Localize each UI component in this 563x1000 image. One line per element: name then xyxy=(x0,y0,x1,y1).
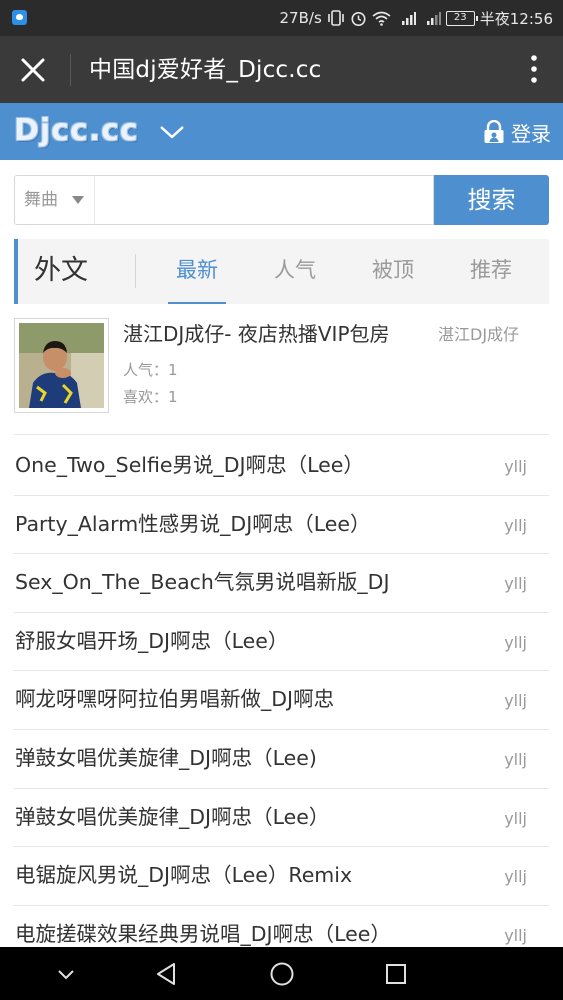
song-title[interactable]: 弹鼓女唱优美旋律_DJ啊忠（Lee） xyxy=(15,802,485,832)
category-tabs: 外文 最新 人气 被顶 推荐 xyxy=(14,239,549,304)
category-value: 舞曲 xyxy=(24,190,58,210)
tab-latest[interactable]: 最新 xyxy=(168,255,226,304)
tab-most-upvoted[interactable]: 被顶 xyxy=(364,255,422,304)
search-bar: 舞曲 搜索 xyxy=(14,175,549,225)
featured-likes: 喜欢：1 xyxy=(123,388,178,406)
song-author[interactable]: yllj xyxy=(504,807,527,831)
section-title: 外文 xyxy=(34,255,88,286)
song-author[interactable]: yllj xyxy=(504,689,527,713)
list-item[interactable]: 啊龙呀嘿呀阿拉伯男唱新做_DJ啊忠 yllj xyxy=(14,671,549,730)
signal-2g-icon xyxy=(426,12,441,25)
song-author[interactable]: yllj xyxy=(504,572,527,596)
song-author[interactable]: yllj xyxy=(504,924,527,948)
toolbar-divider xyxy=(70,54,71,86)
site-logo[interactable]: Djcc.cc xyxy=(14,113,139,149)
system-nav-bar xyxy=(0,947,563,1000)
alarm-icon xyxy=(351,11,366,26)
caret-down-icon xyxy=(72,196,84,204)
back-triangle-icon xyxy=(157,963,175,985)
featured-photo xyxy=(19,323,104,408)
category-select[interactable]: 舞曲 xyxy=(14,175,94,225)
hide-nav-button[interactable] xyxy=(52,960,80,988)
close-icon xyxy=(21,58,45,82)
chevron-down-icon xyxy=(160,126,184,139)
notification-app-icon xyxy=(12,10,27,25)
status-bar: 27B/s 23 半夜12:56 xyxy=(0,0,563,36)
tab-popular[interactable]: 人气 xyxy=(266,255,324,304)
home-circle-icon xyxy=(270,962,294,986)
recents-button[interactable] xyxy=(382,960,410,988)
list-item[interactable]: Sex_On_The_Beach气氛男说唱新版_DJ yllj xyxy=(14,554,549,613)
song-title[interactable]: 啊龙呀嘿呀阿拉伯男唱新做_DJ啊忠 xyxy=(15,684,485,714)
login-label: 登录 xyxy=(511,121,551,146)
song-list: One_Two_Selfie男说_DJ啊忠（Lee） yllj Party_Al… xyxy=(14,437,549,965)
list-item[interactable]: One_Two_Selfie男说_DJ啊忠（Lee） yllj xyxy=(14,437,549,496)
status-indicators: 27B/s 23 半夜12:56 xyxy=(280,8,553,28)
home-button[interactable] xyxy=(268,960,296,988)
clock: 半夜12:56 xyxy=(479,9,553,28)
vibrate-icon xyxy=(327,10,344,26)
song-author[interactable]: yllj xyxy=(504,865,527,889)
hide-nav-chevron-icon xyxy=(58,970,74,980)
featured-item[interactable]: 湛江DJ成仔- 夜店热播VIP包房 湛江DJ成仔 人气：1 喜欢：1 xyxy=(14,317,549,435)
list-item[interactable]: 舒服女唱开场_DJ啊忠（Lee） yllj xyxy=(14,613,549,672)
song-title[interactable]: One_Two_Selfie男说_DJ啊忠（Lee） xyxy=(15,450,485,480)
lock-user-icon xyxy=(484,120,504,143)
song-title[interactable]: 电锯旋风男说_DJ啊忠（Lee）Remix xyxy=(15,860,485,890)
list-item[interactable]: Party_Alarm性感男说_DJ啊忠（Lee） yllj xyxy=(14,496,549,555)
song-title[interactable]: Party_Alarm性感男说_DJ啊忠（Lee） xyxy=(15,509,485,539)
list-item[interactable]: 弹鼓女唱优美旋律_DJ啊忠（Lee） yllj xyxy=(14,789,549,848)
song-author[interactable]: yllj xyxy=(504,748,527,772)
list-item[interactable]: 弹鼓女唱优美旋律_DJ啊忠（Lee) yllj xyxy=(14,730,549,789)
tab-recommended[interactable]: 推荐 xyxy=(462,255,520,304)
close-button[interactable] xyxy=(16,53,50,87)
network-speed: 27B/s xyxy=(279,9,322,27)
search-input[interactable] xyxy=(94,175,434,225)
wifi-icon xyxy=(372,11,391,26)
search-button[interactable]: 搜索 xyxy=(434,175,549,225)
recents-square-icon xyxy=(386,964,406,984)
featured-popularity: 人气：1 xyxy=(123,361,178,379)
site-header: Djcc.cc 登录 xyxy=(0,103,563,160)
featured-title[interactable]: 湛江DJ成仔- 夜店热播VIP包房 xyxy=(123,319,433,349)
menu-toggle-button[interactable] xyxy=(158,120,186,144)
signal-4g-icon xyxy=(401,12,416,25)
song-author[interactable]: yllj xyxy=(504,514,527,538)
login-button[interactable]: 登录 xyxy=(483,117,551,147)
back-button[interactable] xyxy=(153,960,181,988)
featured-author[interactable]: 湛江DJ成仔 xyxy=(438,323,519,347)
song-author[interactable]: yllj xyxy=(504,455,527,479)
song-title[interactable]: 弹鼓女唱优美旋律_DJ啊忠（Lee) xyxy=(15,743,485,773)
song-author[interactable]: yllj xyxy=(504,631,527,655)
song-title[interactable]: 电旋搓碟效果经典男说唱_DJ啊忠（Lee） xyxy=(15,919,485,949)
more-button[interactable] xyxy=(527,52,541,86)
battery-indicator: 23 xyxy=(445,10,478,26)
page-title: 中国dj爱好者_Djcc.cc xyxy=(89,57,322,83)
tab-divider xyxy=(135,254,136,288)
song-title[interactable]: 舒服女唱开场_DJ啊忠（Lee） xyxy=(15,626,485,656)
more-vertical-icon xyxy=(531,55,537,83)
browser-toolbar: 中国dj爱好者_Djcc.cc xyxy=(0,36,563,103)
song-title[interactable]: Sex_On_The_Beach气氛男说唱新版_DJ xyxy=(15,567,485,597)
list-item[interactable]: 电锯旋风男说_DJ啊忠（Lee）Remix yllj xyxy=(14,847,549,906)
featured-thumbnail[interactable] xyxy=(14,318,109,413)
